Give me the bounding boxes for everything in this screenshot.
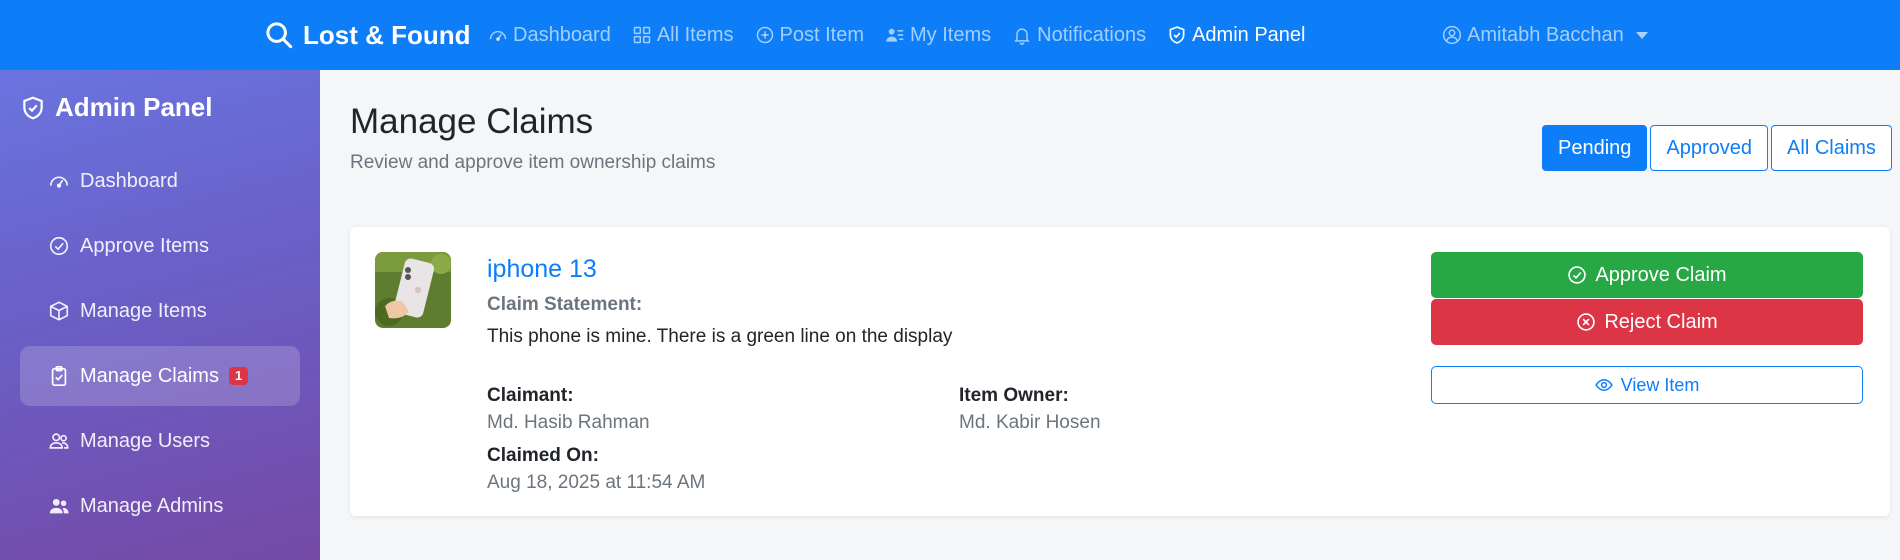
sidebar-item-manage-admins[interactable]: Manage Admins — [20, 476, 300, 536]
page-subtitle: Review and approve item ownership claims — [350, 152, 716, 173]
shield-check-icon — [1169, 26, 1185, 44]
claimant-name: Md. Hasib Rahman — [487, 412, 650, 433]
view-item-label: View Item — [1620, 374, 1700, 395]
sidebar-title-label: Admin Panel — [55, 92, 213, 122]
user-dropdown[interactable]: Amitabh Bacchan — [1442, 0, 1648, 70]
sidebar-item-dashboard[interactable]: Dashboard — [20, 151, 300, 211]
claimed-on-date: Aug 18, 2025 at 11:54 AM — [487, 472, 706, 493]
approve-claim-button[interactable]: Approve Claim — [1431, 252, 1863, 298]
claimed-on-label: Claimed On: — [487, 445, 599, 466]
shield-check-icon — [23, 96, 43, 119]
sidebar-item-label: Manage Items — [80, 299, 207, 322]
nav-my-items[interactable]: My Items — [885, 24, 991, 47]
nav-all-items-label: All Items — [656, 23, 734, 46]
nav-post-item-label: Post Item — [779, 23, 865, 46]
nav-all-items[interactable]: All Items — [632, 24, 734, 47]
eye-icon — [1594, 378, 1613, 392]
check-circle-icon — [1568, 266, 1587, 284]
item-title-link[interactable]: iphone 13 — [487, 255, 597, 284]
nav-admin-panel-label: Admin Panel — [1192, 23, 1306, 46]
filter-approved-button[interactable]: Approved — [1650, 125, 1769, 171]
pending-claims-badge: 1 — [228, 367, 249, 385]
item-photo — [375, 252, 451, 328]
x-circle-icon — [1577, 313, 1596, 331]
filter-all-claims-button[interactable]: All Claims — [1771, 125, 1892, 171]
sidebar-item-label: Approve Items — [80, 234, 209, 257]
plus-circle-icon — [756, 26, 773, 44]
nav-notifications-label: Notifications — [1037, 23, 1147, 46]
user-name: Amitabh Bacchan — [1467, 23, 1624, 46]
sidebar-item-label: Manage Users — [80, 429, 211, 452]
box-icon — [49, 301, 69, 321]
item-thumbnail[interactable] — [375, 252, 451, 328]
item-owner-name: Md. Kabir Hosen — [959, 412, 1101, 433]
claim-statement-text: This phone is mine. There is a green lin… — [487, 326, 953, 347]
search-icon — [266, 22, 293, 49]
people-icon — [49, 433, 69, 449]
reject-claim-button[interactable]: Reject Claim — [1431, 299, 1863, 345]
nav-notifications[interactable]: Notifications — [1012, 24, 1146, 47]
top-navbar: Lost & Found Dashboard All Items Post It… — [0, 0, 1900, 70]
sidebar: Admin Panel Dashboard Approve Items Mana… — [0, 70, 320, 560]
sidebar-item-approve-items[interactable]: Approve Items — [20, 216, 300, 276]
reject-claim-label: Reject Claim — [1604, 310, 1718, 333]
nav-dashboard-label: Dashboard — [513, 23, 611, 46]
sidebar-item-label: Manage Admins — [80, 494, 224, 517]
person-lines-icon — [886, 28, 904, 42]
nav-dashboard[interactable]: Dashboard — [488, 24, 611, 47]
claim-filter-group: Pending Approved All Claims — [1542, 125, 1895, 171]
sidebar-item-manage-users[interactable]: Manage Users — [20, 411, 300, 471]
nav-post-item[interactable]: Post Item — [755, 24, 864, 47]
brand-link[interactable]: Lost & Found — [265, 0, 471, 70]
brand-title: Lost & Found — [303, 19, 471, 50]
sidebar-title: Admin Panel — [20, 92, 212, 123]
claimant-label: Claimant: — [487, 385, 574, 406]
item-owner-label: Item Owner: — [959, 385, 1069, 406]
nav-my-items-label: My Items — [910, 23, 992, 46]
claim-card: iphone 13 Claim Statement: This phone is… — [350, 227, 1890, 516]
speedometer-icon — [489, 30, 507, 42]
nav-admin-panel[interactable]: Admin Panel — [1167, 24, 1305, 47]
people-fill-icon — [49, 498, 69, 514]
sidebar-item-manage-items[interactable]: Manage Items — [20, 281, 300, 341]
user-circle-icon — [1442, 25, 1462, 45]
page-title: Manage Claims — [350, 102, 594, 141]
check-circle-icon — [49, 236, 69, 256]
clipboard-check-icon — [51, 366, 67, 386]
view-item-button[interactable]: View Item — [1431, 366, 1863, 404]
caret-down-icon — [1635, 31, 1648, 39]
speedometer-icon — [49, 176, 69, 188]
bell-icon — [1014, 28, 1030, 45]
sidebar-item-manage-claims[interactable]: Manage Claims 1 — [20, 346, 300, 406]
sidebar-item-label: Dashboard — [80, 169, 178, 192]
claim-statement-label: Claim Statement: — [487, 294, 643, 315]
nav-links: Dashboard All Items Post Item My Items N… — [488, 0, 1326, 70]
sidebar-item-label: Manage Claims — [80, 364, 219, 387]
grid-icon — [633, 26, 651, 44]
filter-pending-button[interactable]: Pending — [1542, 125, 1648, 171]
approve-claim-label: Approve Claim — [1595, 263, 1727, 286]
